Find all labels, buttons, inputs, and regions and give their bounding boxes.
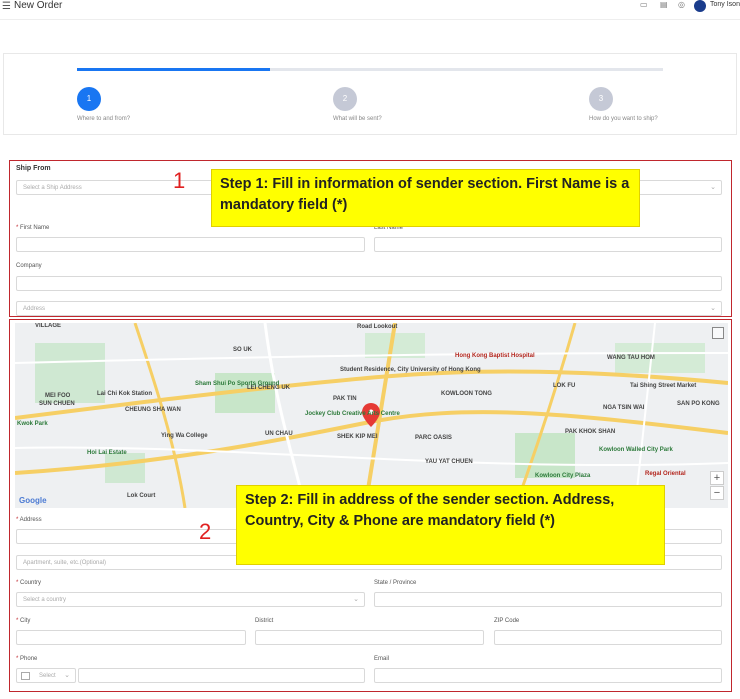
map-label: SAN PO KONG [677, 401, 720, 407]
first-name-label: * First Name [16, 225, 50, 231]
country-label: * Country [16, 580, 42, 586]
district-field[interactable] [255, 630, 484, 645]
map-label: Jockey Club Creative Arts Centre [305, 411, 400, 417]
annotation-number-2: 2 [199, 519, 212, 544]
chevron-down-icon: ⌄ [353, 596, 359, 603]
map-label: Road Lookout [357, 324, 398, 330]
order-stepper: 1 Where to and from? 2 What will be sent… [3, 53, 737, 135]
phone-code-placeholder: Select [39, 673, 56, 679]
step-1-label: Where to and from? [77, 116, 131, 122]
map-label: Lai Chi Kok Station [97, 391, 153, 397]
address-select[interactable]: Address ⌄ [16, 301, 722, 316]
settings-icon[interactable]: ◎ [678, 0, 685, 9]
country-select[interactable]: Select a country ⌄ [16, 592, 365, 607]
ship-address-placeholder: Select a Ship Address [23, 185, 82, 191]
address-label: * Address [16, 517, 42, 523]
map-label: KOWLOON TONG [441, 391, 492, 397]
map[interactable]: VILLAGE SO UK LEI CHENG UK CHEUNG SHA WA… [15, 323, 728, 508]
map-label: Hoi Lai Estate [87, 450, 127, 456]
last-name-field[interactable] [374, 237, 722, 252]
map-label: Kowloon City Plaza [535, 473, 591, 479]
map-label: PARC OASIS [415, 435, 452, 441]
phone-code-select[interactable]: Select ⌄ [16, 668, 76, 683]
state-label: State / Province [374, 580, 417, 586]
avatar[interactable] [694, 0, 706, 12]
city-label: * City [16, 618, 31, 624]
map-label: UN CHAU [265, 431, 293, 437]
page-title: New Order [14, 0, 63, 11]
chevron-down-icon: ⌄ [710, 305, 716, 312]
chevron-down-icon: ⌄ [710, 184, 716, 191]
map-label: Hong Kong Baptist Hospital [455, 353, 535, 359]
annotation-step-1: Step 1: Fill in information of sender se… [211, 169, 640, 227]
progress-track [77, 68, 663, 71]
map-label: Kwok Park [17, 421, 48, 427]
apartment-placeholder: Apartment, suite, etc.(Optional) [23, 560, 107, 566]
map-label: LOK FU [553, 383, 576, 389]
zip-field[interactable] [494, 630, 722, 645]
first-name-field[interactable] [16, 237, 365, 252]
phone-field[interactable] [78, 668, 365, 683]
map-label: WANG TAU HOM [607, 355, 655, 361]
menu-icon[interactable]: ☰ [2, 1, 11, 12]
map-label: NGA TSIN WAI [603, 405, 645, 411]
folder-icon[interactable]: ▭ [640, 0, 648, 9]
map-label: PAK TIN [333, 396, 357, 402]
map-label: Regal Oriental [645, 471, 686, 477]
flag-icon [21, 672, 30, 680]
ship-from-heading: Ship From [16, 165, 51, 172]
step-3-label: How do you want to ship? [589, 116, 658, 122]
phone-label: * Phone [16, 656, 38, 662]
map-label: Ying Wa College [161, 433, 208, 439]
map-label: SO UK [233, 347, 253, 353]
state-field[interactable] [374, 592, 722, 607]
user-name[interactable]: Tony Ison [710, 1, 740, 8]
google-logo: Google [19, 496, 47, 505]
annotation-step-2: Step 2: Fill in address of the sender se… [236, 485, 665, 565]
email-field[interactable] [374, 668, 722, 683]
annotation-number-1: 1 [173, 168, 186, 193]
step-2-label: What will be sent? [333, 116, 382, 122]
city-field[interactable] [16, 630, 246, 645]
step-3-circle[interactable]: 3 [589, 87, 613, 111]
step-1-circle[interactable]: 1 [77, 87, 101, 111]
map-label: MEI FOO [45, 393, 71, 399]
map-label: Kowloon Walled City Park [599, 447, 673, 453]
fullscreen-icon[interactable] [712, 327, 724, 339]
map-label: Tai Shing Street Market [630, 383, 697, 389]
chevron-down-icon: ⌄ [64, 672, 70, 679]
email-label: Email [374, 656, 390, 662]
map-label: Student Residence, City University of Ho… [340, 367, 481, 373]
zoom-out-button[interactable]: − [710, 486, 724, 500]
company-label: Company [16, 263, 42, 269]
map-label: YAU YAT CHUEN [425, 459, 473, 465]
map-label: SHEK KIP MEI [337, 434, 378, 440]
step-2-circle[interactable]: 2 [333, 87, 357, 111]
map-label: VILLAGE [35, 323, 62, 329]
country-placeholder: Select a country [23, 597, 67, 603]
map-label: Lok Court [127, 493, 156, 499]
map-label: PAK KHOK SHAN [565, 429, 616, 435]
company-field[interactable] [16, 276, 722, 291]
district-label: District [255, 618, 274, 624]
address-placeholder: Address [23, 306, 46, 312]
top-bar: ☰ New Order ▭ ▤ ◎ Tony Ison [0, 0, 740, 20]
document-icon[interactable]: ▤ [660, 0, 668, 9]
zip-label: ZIP Code [494, 618, 520, 624]
zoom-in-button[interactable]: + [710, 471, 724, 485]
map-label: CHEUNG SHA WAN [125, 407, 181, 413]
map-label: Sham Shui Po Sports Ground [195, 381, 280, 387]
progress-fill [77, 68, 271, 71]
map-label: SUN CHUEN [39, 401, 75, 407]
